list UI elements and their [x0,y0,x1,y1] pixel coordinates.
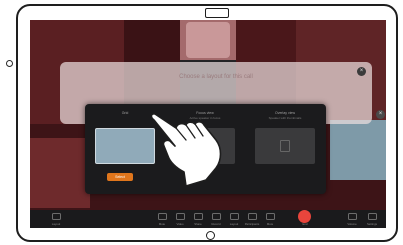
home-button[interactable] [206,231,215,240]
more-icon[interactable] [266,213,275,220]
settings-icon[interactable] [368,213,377,220]
camera-icon [205,8,229,18]
control-label: Settings [366,222,378,226]
overlay-layout-preview [255,128,315,164]
record-icon[interactable] [212,213,221,220]
active-speaker-tile [180,20,236,60]
video-icon[interactable] [176,213,185,220]
control-label: Volume [347,222,357,226]
control-label: Share [194,222,202,226]
end-call-label: End [302,222,308,226]
control-label: Record [211,222,221,226]
mute-icon[interactable] [158,213,167,220]
option-subtitle: Speaker with thumbnails [268,116,302,120]
select-button[interactable]: Select [107,173,133,181]
layout-icon[interactable] [52,213,61,220]
self-view-tile [330,120,386,180]
person-icon [280,140,290,152]
participants-icon[interactable] [248,213,257,220]
side-indicator-dot [6,60,13,67]
volume-icon[interactable] [348,213,357,220]
tablet-device: Choose a layout for this call × × Grid S… [16,4,398,242]
control-label: Video [176,222,184,226]
dialog-title: Choose a layout for this call [179,74,253,80]
video-tile [30,138,90,208]
layout-icon[interactable] [230,213,239,220]
layout-option-overlay[interactable]: Overlay view Speaker with thumbnails [249,110,321,184]
share-icon[interactable] [194,213,203,220]
control-label: Participants [244,222,260,226]
control-label: More [266,222,274,226]
control-label: Layout [229,222,239,226]
call-control-bar: Layout Mute Video Share Record Layout Pa… [30,210,386,228]
control-label: Mute [158,222,166,226]
hand-pointer-icon [150,113,222,186]
control-label: Layout [51,222,61,226]
close-icon[interactable]: × [376,110,385,119]
close-icon[interactable]: × [357,67,366,76]
